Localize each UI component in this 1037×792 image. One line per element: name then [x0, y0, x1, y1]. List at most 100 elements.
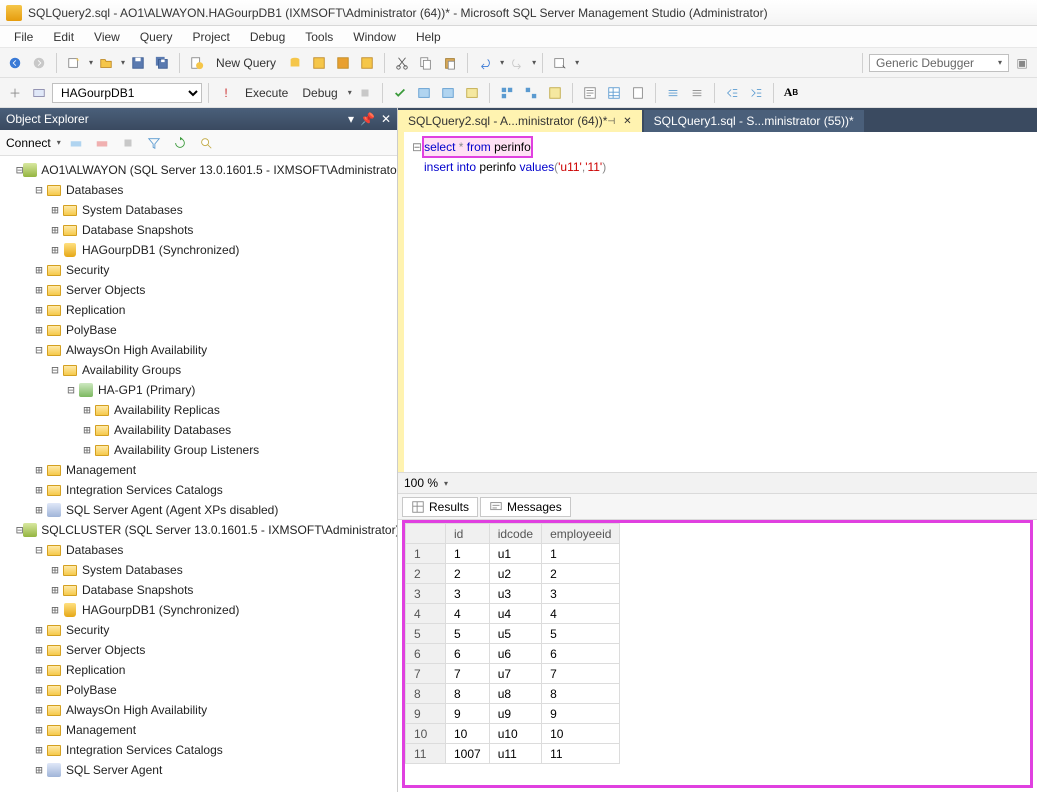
tree-item[interactable]: ⊞Management	[0, 460, 397, 480]
results-grid[interactable]: ididcodeemployeeid11u1122u2233u3344u4455…	[402, 520, 1033, 788]
execute-button[interactable]: Execute	[239, 84, 294, 102]
tree-item[interactable]: ⊞Integration Services Catalogs	[0, 740, 397, 760]
open-icon[interactable]	[95, 52, 117, 74]
uncomment-icon[interactable]	[686, 82, 708, 104]
client-stats-icon[interactable]	[544, 82, 566, 104]
expand-toggle[interactable]: ⊟	[32, 183, 46, 197]
table-row[interactable]: 11u11	[406, 544, 620, 564]
tree-item[interactable]: ⊟Databases	[0, 180, 397, 200]
live-stats-icon[interactable]	[520, 82, 542, 104]
tree-item[interactable]: ⊞Availability Databases	[0, 420, 397, 440]
refresh-icon[interactable]	[169, 132, 191, 154]
tree-item[interactable]: ⊟Databases	[0, 540, 397, 560]
expand-toggle[interactable]: ⊞	[80, 403, 94, 417]
save-icon[interactable]	[127, 52, 149, 74]
intellisense-icon[interactable]	[461, 82, 483, 104]
tree-item[interactable]: ⊞Availability Replicas	[0, 400, 397, 420]
expand-toggle[interactable]: ⊞	[32, 743, 46, 757]
paste-icon[interactable]	[439, 52, 461, 74]
results-text-icon[interactable]	[579, 82, 601, 104]
expand-toggle[interactable]: ⊞	[80, 443, 94, 457]
disconnect-icon[interactable]	[91, 132, 113, 154]
specify-template-icon[interactable]: AB	[780, 82, 802, 104]
table-row[interactable]: 22u22	[406, 564, 620, 584]
menu-query[interactable]: Query	[130, 28, 183, 46]
undo-icon[interactable]	[474, 52, 496, 74]
sql-editor[interactable]: ⊟select * from perinfo insert into perin…	[398, 132, 1037, 472]
expand-toggle[interactable]: ⊞	[48, 243, 62, 257]
change-connection-icon[interactable]	[28, 82, 50, 104]
copy-icon[interactable]	[415, 52, 437, 74]
expand-toggle[interactable]: ⊞	[32, 703, 46, 717]
save-all-icon[interactable]	[151, 52, 173, 74]
tree-item[interactable]: ⊞Server Objects	[0, 640, 397, 660]
table-row[interactable]: 88u88	[406, 684, 620, 704]
tree-item[interactable]: ⊞PolyBase	[0, 680, 397, 700]
menu-view[interactable]: View	[84, 28, 130, 46]
tree-item[interactable]: ⊞Availability Group Listeners	[0, 440, 397, 460]
table-row[interactable]: 1010u1010	[406, 724, 620, 744]
tree-item[interactable]: ⊞Server Objects	[0, 280, 397, 300]
tree-item[interactable]: ⊞HAGourpDB1 (Synchronized)	[0, 240, 397, 260]
expand-toggle[interactable]: ⊞	[48, 603, 62, 617]
auto-hide-icon[interactable]: 📌	[360, 112, 375, 126]
menu-edit[interactable]: Edit	[43, 28, 84, 46]
expand-toggle[interactable]: ⊞	[32, 623, 46, 637]
forward-button[interactable]	[28, 52, 50, 74]
menu-debug[interactable]: Debug	[240, 28, 295, 46]
mdx-query-icon[interactable]	[308, 52, 330, 74]
pin-icon[interactable]: ▾	[348, 112, 354, 126]
tree-item[interactable]: ⊟HA-GP1 (Primary)	[0, 380, 397, 400]
menu-file[interactable]: File	[4, 28, 43, 46]
close-tab-icon[interactable]: ✕	[623, 116, 631, 127]
new-query-icon[interactable]	[186, 52, 208, 74]
expand-toggle[interactable]: ⊟	[16, 523, 23, 537]
expand-toggle[interactable]: ⊞	[32, 723, 46, 737]
table-row[interactable]: 33u33	[406, 584, 620, 604]
connect-icon[interactable]	[4, 82, 26, 104]
tree-item[interactable]: ⊟AO1\ALWAYON (SQL Server 13.0.1601.5 - I…	[0, 160, 397, 180]
actual-plan-icon[interactable]	[496, 82, 518, 104]
dmx-query-icon[interactable]	[332, 52, 354, 74]
expand-toggle[interactable]: ⊞	[32, 303, 46, 317]
expand-toggle[interactable]: ⊟	[64, 383, 78, 397]
column-header[interactable]: employeeid	[542, 524, 620, 544]
tree-item[interactable]: ⊞Management	[0, 720, 397, 740]
debugger-settings-icon[interactable]: ▣	[1011, 52, 1033, 74]
column-header[interactable]: idcode	[489, 524, 541, 544]
parse-icon[interactable]	[389, 82, 411, 104]
results-grid-icon[interactable]	[603, 82, 625, 104]
table-row[interactable]: 111007u1111	[406, 744, 620, 764]
tree-item[interactable]: ⊞Replication	[0, 660, 397, 680]
object-explorer-tree[interactable]: ⊟AO1\ALWAYON (SQL Server 13.0.1601.5 - I…	[0, 156, 397, 792]
tree-item[interactable]: ⊞PolyBase	[0, 320, 397, 340]
database-select[interactable]: HAGourpDB1	[52, 83, 202, 103]
menu-help[interactable]: Help	[406, 28, 451, 46]
new-project-icon[interactable]	[63, 52, 85, 74]
expand-toggle[interactable]: ⊞	[48, 563, 62, 577]
search-icon[interactable]	[195, 132, 217, 154]
back-button[interactable]	[4, 52, 26, 74]
document-tab[interactable]: SQLQuery1.sql - S...ministrator (55))*	[644, 110, 864, 132]
expand-toggle[interactable]: ⊞	[32, 263, 46, 277]
stop-icon[interactable]	[354, 82, 376, 104]
table-row[interactable]: 77u77	[406, 664, 620, 684]
filter-icon[interactable]	[143, 132, 165, 154]
expand-toggle[interactable]: ⊞	[32, 323, 46, 337]
expand-toggle[interactable]: ⊞	[32, 763, 46, 777]
tree-item[interactable]: ⊞System Databases	[0, 200, 397, 220]
expand-toggle[interactable]: ⊞	[32, 683, 46, 697]
results-tab[interactable]: Results	[402, 497, 478, 517]
expand-toggle[interactable]: ⊞	[48, 223, 62, 237]
xmla-query-icon[interactable]	[356, 52, 378, 74]
comment-icon[interactable]	[662, 82, 684, 104]
tree-item[interactable]: ⊞AlwaysOn High Availability	[0, 700, 397, 720]
decrease-indent-icon[interactable]	[721, 82, 743, 104]
expand-toggle[interactable]: ⊟	[16, 163, 23, 177]
table-row[interactable]: 66u66	[406, 644, 620, 664]
expand-toggle[interactable]: ⊞	[32, 643, 46, 657]
stop-obj-icon[interactable]	[117, 132, 139, 154]
table-row[interactable]: 55u55	[406, 624, 620, 644]
db-engine-query-icon[interactable]	[284, 52, 306, 74]
query-options-icon[interactable]	[437, 82, 459, 104]
